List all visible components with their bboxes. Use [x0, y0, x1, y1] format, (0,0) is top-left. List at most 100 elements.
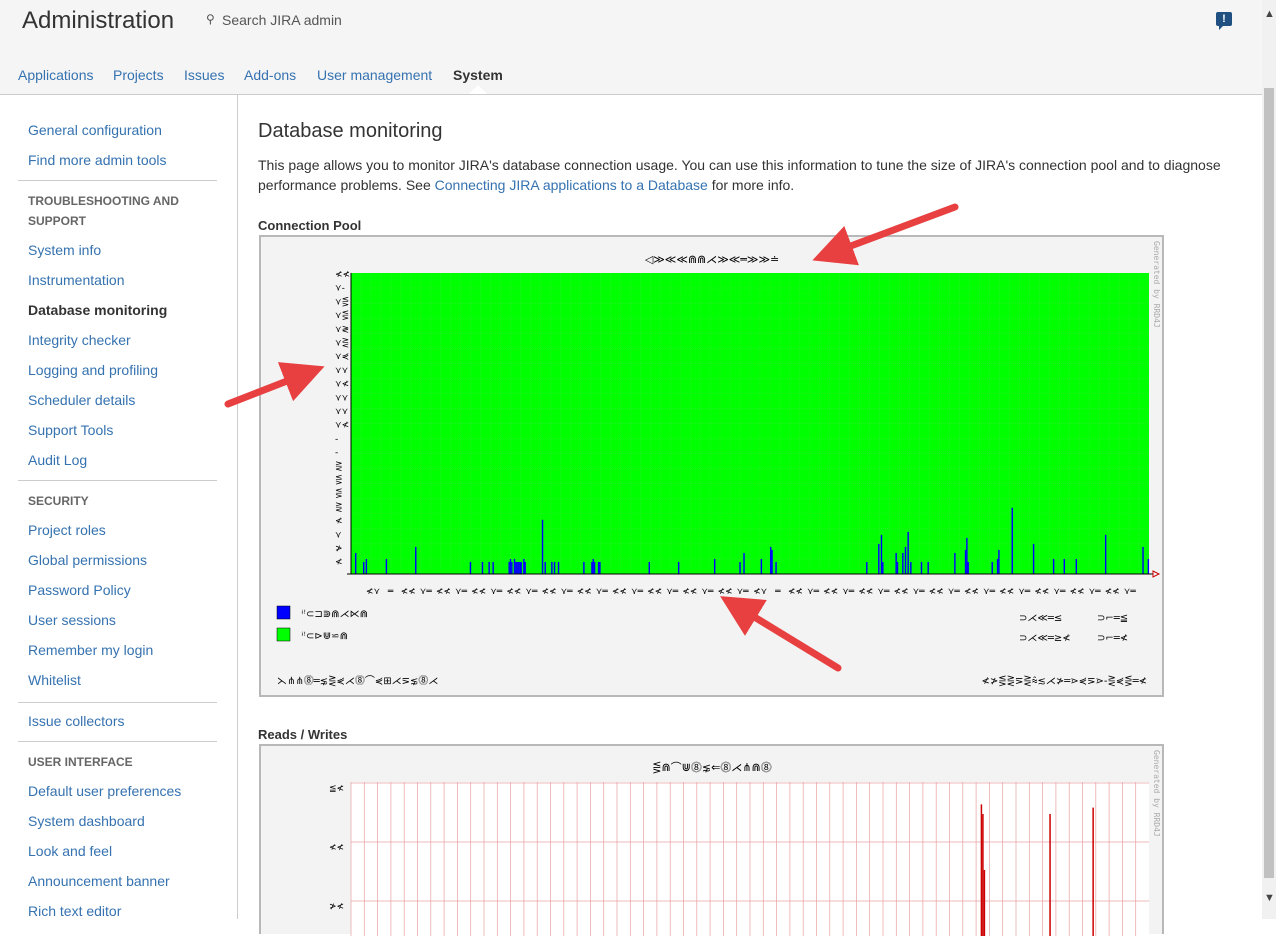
search-input[interactable]: [220, 10, 424, 30]
sidebar-item-global-permissions[interactable]: Global permissions: [28, 552, 147, 568]
data-bar: [365, 558, 368, 574]
data-bar: [469, 561, 472, 574]
data-bar: [488, 561, 490, 574]
sidebar-item-issue-collectors[interactable]: Issue collectors: [28, 713, 124, 729]
data-bar: [882, 561, 884, 574]
legend-value: ⊃⌐═≦: [1097, 613, 1128, 624]
sidebar-item-announcement-banner[interactable]: Announcement banner: [28, 873, 170, 889]
y-tick-label: ≮≮: [329, 843, 344, 853]
data-bar: [713, 558, 716, 574]
y-tick-label: ⋎⋛: [335, 338, 349, 349]
data-bar: [907, 531, 909, 574]
data-bar: [896, 561, 899, 574]
sidebar-divider: [18, 741, 217, 742]
y-tick-label: ≮: [335, 558, 343, 568]
sidebar-divider: [18, 702, 217, 703]
chevron-down-icon[interactable]: ▼: [1264, 892, 1275, 904]
sidebar-item-audit-log[interactable]: Audit Log: [28, 452, 87, 468]
sidebar-item-instrumentation[interactable]: Instrumentation: [28, 272, 125, 288]
legend-value: ⊃⋌≪═≤: [1019, 613, 1062, 624]
sidebar-item-support-tools[interactable]: Support Tools: [28, 422, 113, 438]
reads-writes-heading: Reads / Writes: [258, 727, 348, 742]
reads-writes-chart: ⋚⋒⌒⋓⓼⋦⇐⓼⋌⋔⋒⓼ Generated by RRD4J ≦≮ ≮≮ ≯≮: [259, 744, 1164, 936]
x-tick-label: ≮≮: [964, 587, 979, 597]
sidebar-item-scheduler-details[interactable]: Scheduler details: [28, 392, 135, 408]
data-bar: [363, 561, 365, 574]
connecting-database-link[interactable]: Connecting JIRA applications to a Databa…: [435, 177, 708, 193]
y-tick-label: -: [335, 434, 338, 444]
data-bar: [415, 546, 417, 574]
sidebar-item-remember-my-login[interactable]: Remember my login: [28, 642, 153, 658]
x-tick-label: ≮⋎: [366, 587, 381, 597]
data-bar: [524, 561, 526, 574]
tab-system[interactable]: System: [453, 67, 503, 83]
sidebar-item-system-dashboard[interactable]: System dashboard: [28, 813, 145, 829]
y-tick-label: ⋎⋎: [335, 393, 349, 403]
data-bar: [553, 561, 556, 574]
data-bar: [927, 561, 929, 574]
data-bar: [904, 546, 907, 574]
data-bar: [895, 552, 897, 574]
sidebar-item-logging-and-profiling[interactable]: Logging and profiling: [28, 362, 158, 378]
sidebar-item-rich-text-editor[interactable]: Rich text editor: [28, 903, 121, 919]
data-bar: [677, 561, 680, 574]
data-bar: [1147, 558, 1150, 574]
x-tick-label: ≮≮: [1034, 587, 1049, 597]
x-tick-label: ⋎═: [807, 587, 820, 597]
x-tick-label: ⋎═: [596, 587, 609, 597]
tab-projects[interactable]: Projects: [113, 67, 164, 83]
chevron-up-icon[interactable]: ▲: [1264, 8, 1275, 20]
data-bar: [541, 519, 544, 574]
data-bar: [954, 552, 956, 574]
data-bar: [519, 561, 521, 574]
data-bar: [515, 561, 517, 574]
sidebar-item-find-more-admin-tools[interactable]: Find more admin tools: [28, 152, 167, 168]
sidebar-item-user-sessions[interactable]: User sessions: [28, 612, 116, 628]
sidebar-item-password-policy[interactable]: Password Policy: [28, 582, 131, 598]
sidebar-item-whitelist[interactable]: Whitelist: [28, 672, 81, 688]
sidebar-item-default-user-preferences[interactable]: Default user preferences: [28, 783, 181, 799]
tab-add-ons[interactable]: Add-ons: [244, 67, 296, 83]
tab-user-management[interactable]: User management: [317, 67, 432, 83]
legend-label-series-1: ꜞꜝ⊂⊐⋑⋒⋌⋉⋒: [301, 609, 368, 620]
app-title: Administration: [22, 7, 175, 34]
x-tick-label: ⋎═: [666, 587, 679, 597]
scroll-thumb[interactable]: [1264, 88, 1274, 878]
sidebar-divider: [18, 480, 217, 481]
sidebar-item-system-info[interactable]: System info: [28, 242, 101, 258]
page-scrollbar[interactable]: ▲ ▼: [1262, 0, 1276, 919]
feedback-icon[interactable]: !: [1216, 12, 1232, 30]
x-tick-label: ⋎═: [455, 587, 468, 597]
sidebar-item-look-and-feel[interactable]: Look and feel: [28, 843, 112, 859]
tab-applications[interactable]: Applications: [18, 67, 94, 83]
legend-value: ⊃⌐═≮: [1097, 633, 1128, 644]
data-bar: [920, 561, 923, 574]
data-bar: [775, 561, 777, 574]
tab-issues[interactable]: Issues: [184, 67, 224, 83]
reads-writes-chart-svg: ⋚⋒⌒⋓⓼⋦⇐⓼⋌⋔⋒⓼ Generated by RRD4J ≦≮ ≮≮ ≯≮: [329, 750, 1161, 936]
x-tick-label: ⋎═: [983, 587, 996, 597]
x-tick-label: ≮≮: [858, 587, 873, 597]
y-tick-label: ≮: [335, 517, 343, 527]
y-tick-label: ⋎⋞: [335, 352, 349, 362]
sidebar-item-general-configuration[interactable]: General configuration: [28, 122, 162, 138]
intro-text-end: for more info.: [707, 177, 795, 193]
y-tick-label: ⋎⋎: [335, 407, 349, 417]
chart-title: ⋚⋒⌒⋓⓼⋦⇐⓼⋌⋔⋒⓼: [652, 760, 772, 774]
x-tick-label: ⋎═: [631, 587, 644, 597]
x-tick-label: ≮≮: [717, 587, 732, 597]
x-tick-label: ≮≮: [506, 587, 521, 597]
x-tick-label: ≮≮: [929, 587, 944, 597]
data-bar: [1142, 546, 1144, 574]
x-tick-label: ≮≮: [1105, 587, 1120, 597]
data-bar: [902, 552, 904, 574]
sidebar-item-integrity-checker[interactable]: Integrity checker: [28, 332, 131, 348]
sidebar-item-project-roles[interactable]: Project roles: [28, 522, 106, 538]
data-bar: [880, 534, 883, 574]
admin-header: Administration ⚲ !: [0, 0, 1262, 57]
y-tick-label: ≦≮: [329, 784, 344, 794]
x-tick-label: ⋎═: [561, 587, 574, 597]
data-bar: [509, 558, 512, 574]
sidebar-item-database-monitoring[interactable]: Database monitoring: [28, 302, 167, 318]
data-bar: [593, 561, 596, 574]
